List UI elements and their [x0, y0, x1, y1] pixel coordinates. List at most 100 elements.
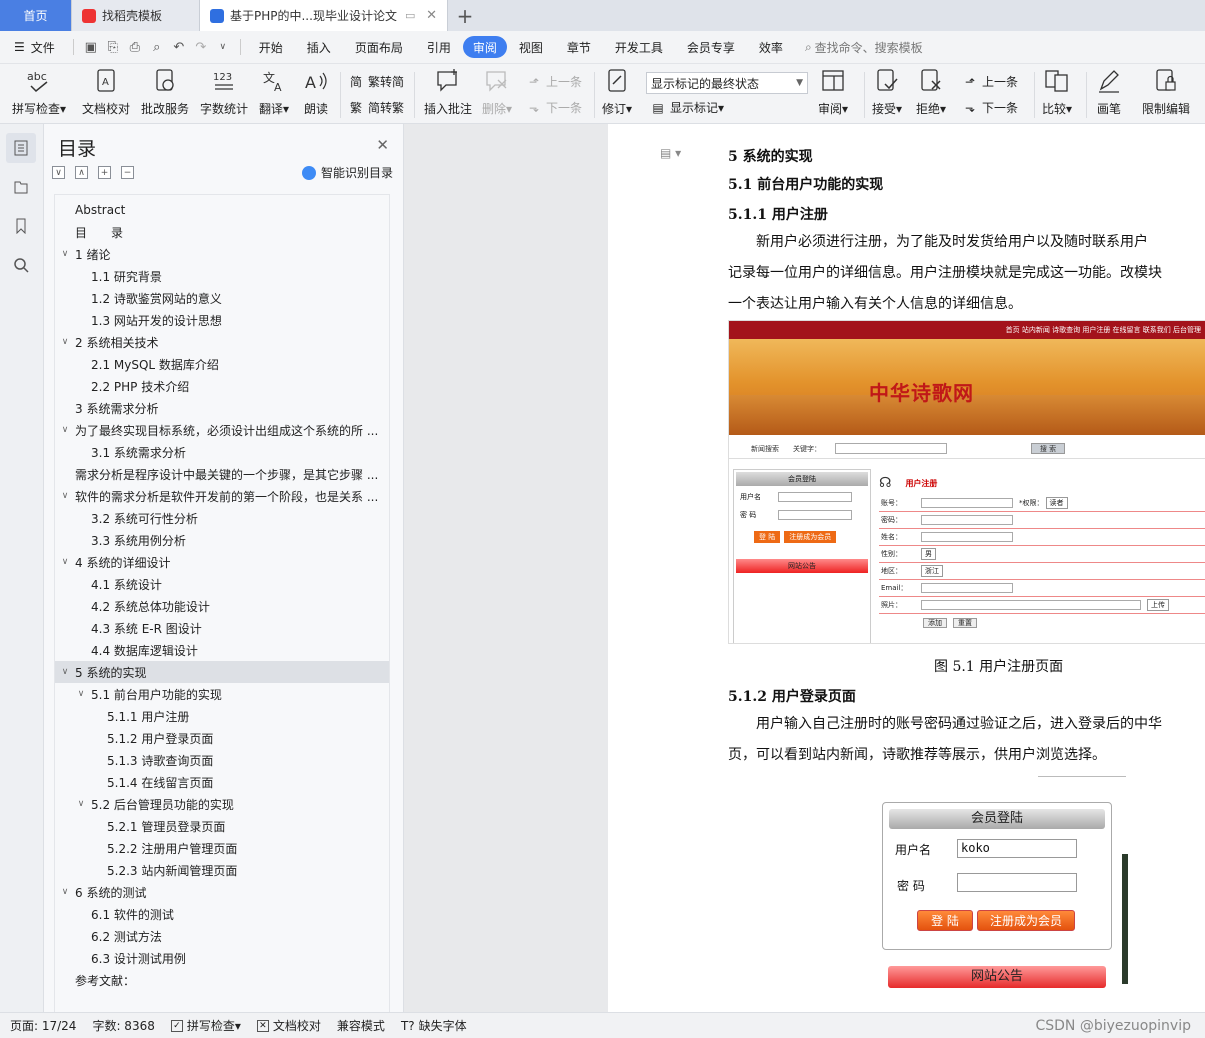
- insert-comment-button[interactable]: 插入批注: [424, 68, 472, 117]
- toc-item[interactable]: ∨ 5.2 后台管理员功能的实现: [55, 793, 389, 815]
- menu-page-layout[interactable]: 页面布局: [343, 36, 415, 58]
- page-indicator[interactable]: 页面: 17/24: [10, 1017, 76, 1034]
- chevron-down-icon[interactable]: ∨: [59, 557, 71, 567]
- toc-item[interactable]: 2.2 PHP 技术介绍: [55, 375, 389, 397]
- document-page[interactable]: ▤ ▾ 5 系统的实现 5.1 前台用户功能的实现 5.1.1 用户注册 新用户…: [608, 124, 1205, 1012]
- menu-start[interactable]: 开始: [247, 36, 295, 58]
- doc-proof-button[interactable]: A 文档校对: [82, 68, 130, 117]
- chevron-down-icon[interactable]: ∨: [59, 337, 71, 347]
- menu-section[interactable]: 章节: [555, 36, 603, 58]
- review-pane-button[interactable]: 审阅▾: [818, 68, 848, 117]
- translate-button[interactable]: 文A 翻译▾: [259, 68, 289, 117]
- menu-efficiency[interactable]: 效率: [747, 36, 795, 58]
- compare-button[interactable]: 比较▾: [1042, 68, 1072, 117]
- read-aloud-button[interactable]: A 朗读: [303, 68, 329, 117]
- next-change-button[interactable]: ⬎ 下一条: [962, 99, 1018, 116]
- chevron-down-icon[interactable]: ∨: [75, 689, 87, 699]
- menu-references[interactable]: 引用: [415, 36, 463, 58]
- word-count-indicator[interactable]: 字数: 8368: [92, 1017, 154, 1034]
- toc-item[interactable]: 6.1 软件的测试: [55, 903, 389, 925]
- accept-button[interactable]: 接受▾: [872, 68, 902, 117]
- toc-item[interactable]: ∨ 2 系统相关技术: [55, 331, 389, 353]
- toc-item[interactable]: ∨ 5.1 前台用户功能的实现: [55, 683, 389, 705]
- paragraph-menu-icon[interactable]: ▤ ▾: [660, 146, 681, 160]
- track-changes-button[interactable]: 修订▾: [602, 68, 632, 117]
- toc-item[interactable]: 1.3 网站开发的设计思想: [55, 309, 389, 331]
- batch-service-button[interactable]: 批改服务: [141, 68, 189, 117]
- toc-item[interactable]: ∨ 5 系统的实现: [55, 661, 389, 683]
- toc-item[interactable]: 5.2.1 管理员登录页面: [55, 815, 389, 837]
- toc-item[interactable]: Abstract: [55, 199, 389, 221]
- search-icon[interactable]: [6, 250, 36, 280]
- export-pdf-icon[interactable]: ⎘: [102, 36, 124, 58]
- smart-toc-button[interactable]: 智能识别目录: [301, 164, 393, 181]
- expand-all-icon[interactable]: ∨: [52, 166, 65, 179]
- toc-panel-icon[interactable]: [6, 133, 36, 163]
- toc-item[interactable]: 1.1 研究背景: [55, 265, 389, 287]
- command-search[interactable]: ⌕ 查找命令、搜索模板: [805, 39, 923, 56]
- document-canvas[interactable]: ▤ ▾ 5 系统的实现 5.1 前台用户功能的实现 5.1.1 用户注册 新用户…: [405, 124, 1205, 1012]
- toc-item[interactable]: 需求分析是程序设计中最关键的一个步骤，是其它步骤 ...: [55, 463, 389, 485]
- menu-member[interactable]: 会员专享: [675, 36, 747, 58]
- chevron-down-icon[interactable]: ∨: [59, 425, 71, 435]
- remove-heading-icon[interactable]: −: [121, 166, 134, 179]
- toc-item[interactable]: 4.1 系统设计: [55, 573, 389, 595]
- prev-comment-button[interactable]: ⬏ 上一条: [526, 73, 582, 90]
- toc-item[interactable]: 3.3 系统用例分析: [55, 529, 389, 551]
- toc-item[interactable]: 5.1.1 用户注册: [55, 705, 389, 727]
- monitor-icon[interactable]: ▭: [405, 9, 415, 22]
- toc-item[interactable]: 5.1.4 在线留言页面: [55, 771, 389, 793]
- toc-item[interactable]: 参考文献：: [55, 969, 389, 991]
- toc-item[interactable]: ∨ 为了最终实现目标系统，必须设计出组成这个系统的所 ...: [55, 419, 389, 441]
- toc-item[interactable]: 3.2 系统可行性分析: [55, 507, 389, 529]
- status-spell-check[interactable]: ✓ 拼写检查 ▾: [170, 1017, 241, 1034]
- file-menu[interactable]: ☰ 文件: [0, 36, 67, 58]
- chevron-down-icon[interactable]: ∨: [59, 249, 71, 259]
- trad-to-simp-button[interactable]: 简繁转简: [348, 73, 404, 90]
- toc-item[interactable]: 4.4 数据库逻辑设计: [55, 639, 389, 661]
- add-heading-icon[interactable]: +: [98, 166, 111, 179]
- toc-item[interactable]: 6.2 测试方法: [55, 925, 389, 947]
- print-preview-icon[interactable]: ⌕: [146, 36, 168, 58]
- redo-icon[interactable]: ↷: [190, 36, 212, 58]
- chevron-down-icon[interactable]: ∨: [75, 799, 87, 809]
- toc-item[interactable]: 5.2.2 注册用户管理页面: [55, 837, 389, 859]
- chevron-down-icon[interactable]: ∨: [59, 491, 71, 501]
- toc-item[interactable]: 4.2 系统总体功能设计: [55, 595, 389, 617]
- toc-item[interactable]: ∨ 4 系统的详细设计: [55, 551, 389, 573]
- restrict-editing-button[interactable]: 限制编辑: [1142, 68, 1190, 117]
- markup-state-select[interactable]: 显示标记的最终状态 ▼: [646, 72, 808, 94]
- toc-item[interactable]: 4.3 系统 E-R 图设计: [55, 617, 389, 639]
- toc-item[interactable]: 3.1 系统需求分析: [55, 441, 389, 463]
- more-icon[interactable]: ∨: [212, 36, 234, 58]
- save-icon[interactable]: ▣: [80, 36, 102, 58]
- delete-comment-button[interactable]: 删除▾: [482, 68, 512, 117]
- collapse-all-icon[interactable]: ∧: [75, 166, 88, 179]
- show-markup-button[interactable]: ▤ 显示标记 ▾: [650, 99, 724, 116]
- toc-item[interactable]: 6.3 设计测试用例: [55, 947, 389, 969]
- tab-document[interactable]: 基于PHP的中...现毕业设计论文 ▭ ✕: [200, 0, 448, 31]
- new-tab-button[interactable]: +: [448, 0, 482, 31]
- missing-font[interactable]: T? 缺失字体: [401, 1017, 467, 1034]
- toc-item[interactable]: 2.1 MySQL 数据库介绍: [55, 353, 389, 375]
- toc-item[interactable]: 5.2.3 站内新闻管理页面: [55, 859, 389, 881]
- toc-item[interactable]: 3 系统需求分析: [55, 397, 389, 419]
- word-count-button[interactable]: 123 字数统计: [200, 68, 248, 117]
- close-tab-icon[interactable]: ✕: [426, 8, 437, 23]
- status-doc-proof[interactable]: ✕ 文档校对: [256, 1017, 321, 1034]
- next-comment-button[interactable]: ⬎ 下一条: [526, 99, 582, 116]
- toc-item[interactable]: 5.1.3 诗歌查询页面: [55, 749, 389, 771]
- toc-item[interactable]: 5.1.2 用户登录页面: [55, 727, 389, 749]
- chevron-down-icon[interactable]: ∨: [59, 667, 71, 677]
- prev-change-button[interactable]: ⬏ 上一条: [962, 73, 1018, 90]
- pen-button[interactable]: 画笔: [1096, 68, 1122, 117]
- print-icon[interactable]: ⎙: [124, 36, 146, 58]
- menu-developer[interactable]: 开发工具: [603, 36, 675, 58]
- toc-item[interactable]: 1.2 诗歌鉴赏网站的意义: [55, 287, 389, 309]
- close-icon[interactable]: ✕: [376, 136, 389, 154]
- tab-home[interactable]: 首页: [0, 0, 72, 31]
- menu-insert[interactable]: 插入: [295, 36, 343, 58]
- spell-check-button[interactable]: abc 拼写检查▾: [12, 68, 66, 117]
- reject-button[interactable]: 拒绝▾: [916, 68, 946, 117]
- menu-review[interactable]: 审阅: [462, 36, 507, 58]
